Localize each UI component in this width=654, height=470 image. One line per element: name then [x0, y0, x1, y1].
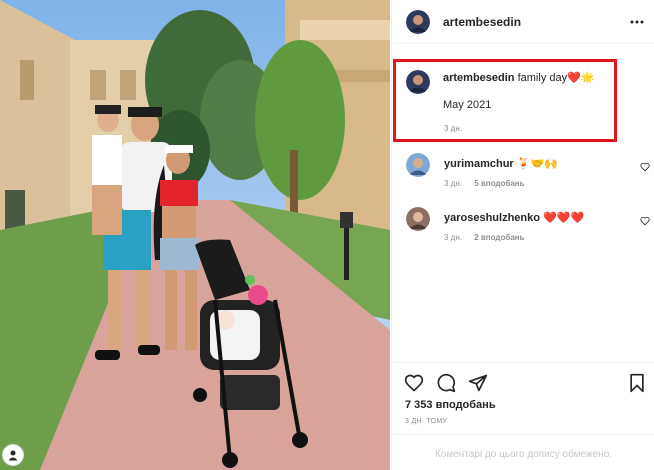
- comment-text: yurimamchur 🍹🤝🙌: [444, 157, 558, 170]
- more-icon[interactable]: [629, 14, 645, 30]
- photo-illustration: [0, 0, 390, 470]
- comment-username[interactable]: yurimamchur: [444, 158, 514, 170]
- comment-likes[interactable]: 5 вподобань: [474, 179, 524, 188]
- likes-count[interactable]: 7 353 вподобань: [405, 399, 496, 411]
- post-actions: 7 353 вподобань 3 ДН. ТОМУ Коментарі до …: [392, 362, 654, 470]
- comment-item: yaroseshulzhenko ❤️❤️❤️ 3 дн. 2 вподобан…: [392, 207, 654, 253]
- post-side-panel: artembesedin artembesedin family day❤️🌟 …: [391, 0, 654, 470]
- comment-time[interactable]: 3 дн.: [444, 233, 462, 242]
- comment-icon[interactable]: [436, 373, 456, 393]
- commenter-avatar[interactable]: [406, 153, 430, 177]
- author-username[interactable]: artembesedin: [443, 15, 521, 29]
- post-timestamp[interactable]: 3 ДН. ТОМУ: [405, 418, 447, 425]
- highlight-box: [393, 59, 617, 142]
- share-icon[interactable]: [468, 373, 488, 393]
- bookmark-icon[interactable]: [627, 373, 647, 393]
- author-avatar[interactable]: [406, 10, 430, 34]
- heart-icon[interactable]: [640, 213, 650, 226]
- comment-body: 🍹🤝🙌: [516, 157, 558, 170]
- commenter-avatar[interactable]: [406, 207, 430, 231]
- heart-icon[interactable]: [640, 159, 650, 172]
- comment-time[interactable]: 3 дн.: [444, 179, 462, 188]
- comments-restricted-notice: Коментарі до цього допису обмежено.: [434, 449, 613, 460]
- comment-meta: 3 дн. 5 вподобань: [444, 179, 525, 188]
- comment-footer: Коментарі до цього допису обмежено.: [392, 434, 654, 470]
- post-photo[interactable]: [0, 0, 390, 470]
- heart-icon[interactable]: [404, 373, 424, 393]
- comment-text: yaroseshulzhenko ❤️❤️❤️: [444, 211, 584, 224]
- comment-username[interactable]: yaroseshulzhenko: [444, 212, 540, 224]
- comment-body: ❤️❤️❤️: [543, 211, 585, 224]
- user-icon[interactable]: [2, 444, 24, 466]
- post-header: artembesedin: [392, 0, 654, 44]
- comment-item: yurimamchur 🍹🤝🙌 3 дн. 5 вподобань: [392, 153, 654, 199]
- comment-likes[interactable]: 2 вподобань: [474, 233, 524, 242]
- comment-meta: 3 дн. 2 вподобань: [444, 233, 525, 242]
